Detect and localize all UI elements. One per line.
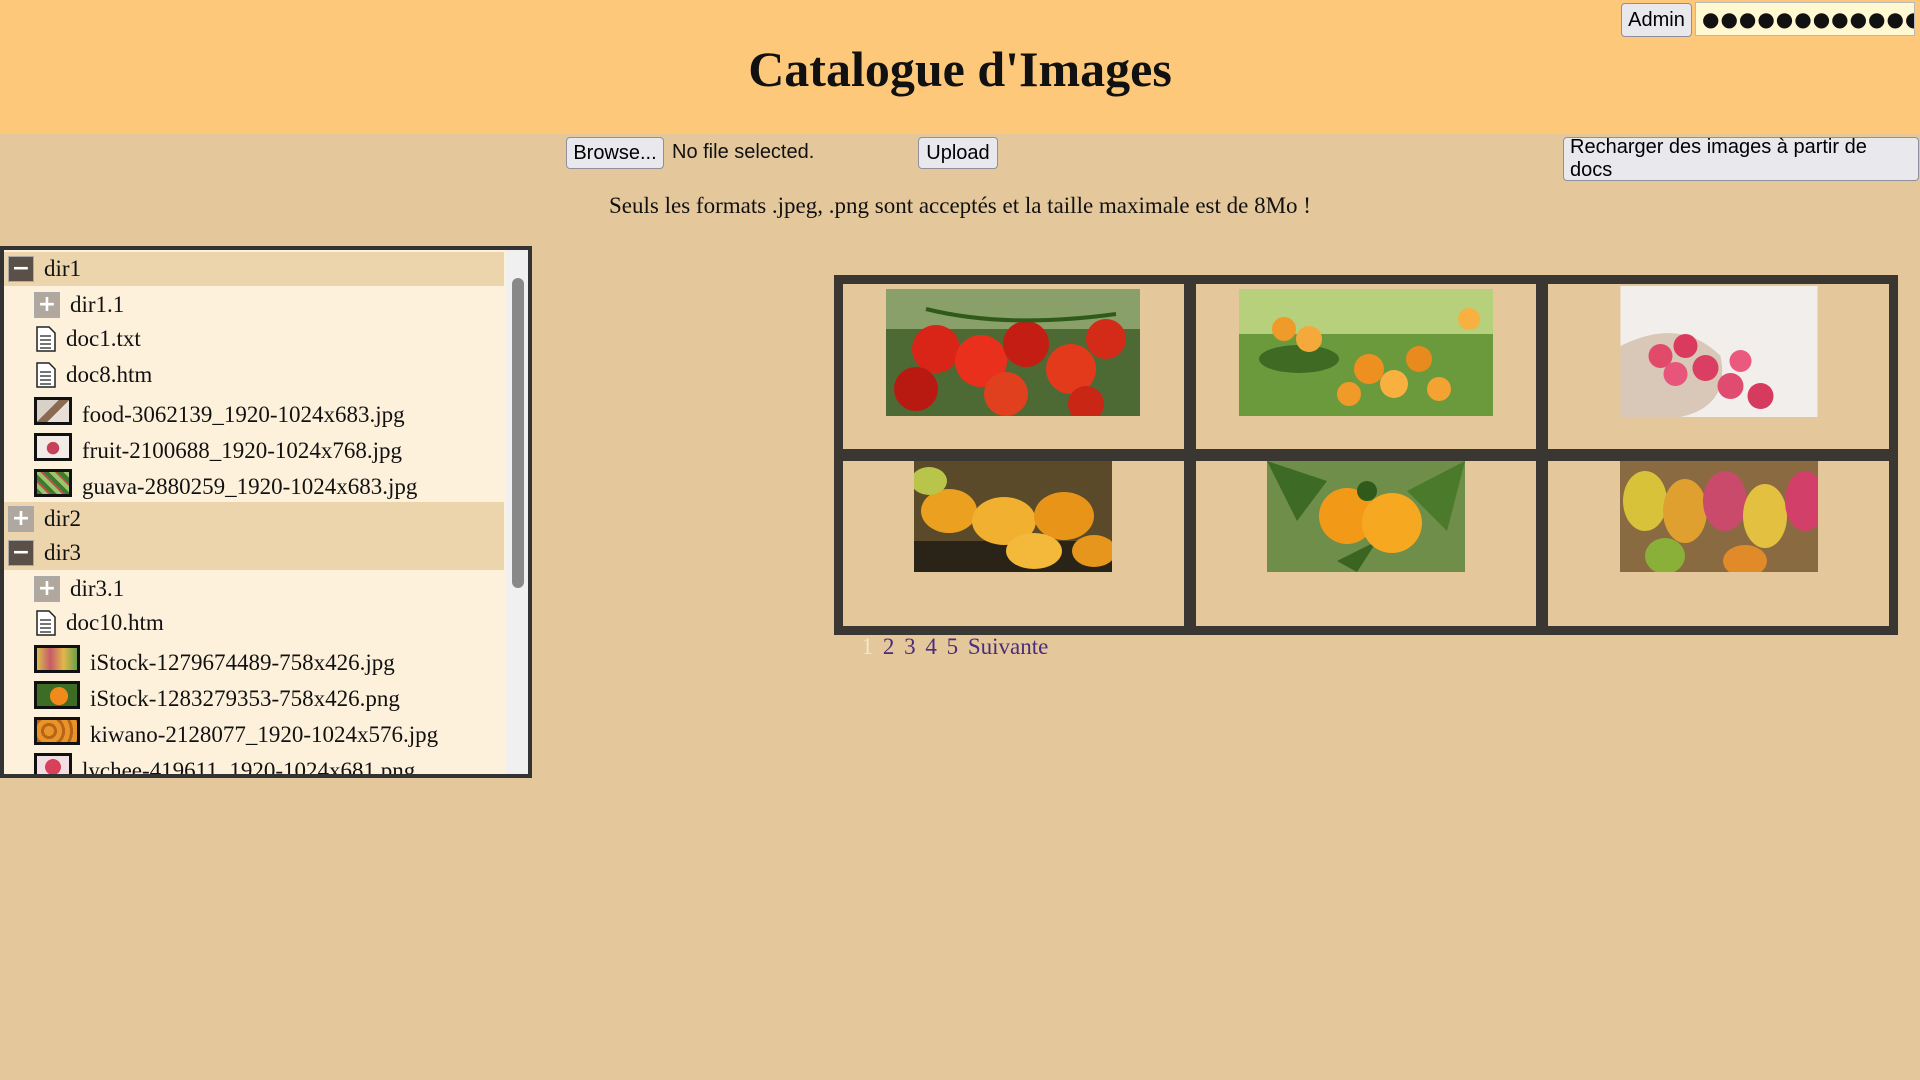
tree-item-doc1[interactable]: doc1.txt — [36, 322, 141, 356]
tree-item-label: dir1.1 — [70, 292, 125, 317]
image-thumbnail-icon — [34, 469, 72, 497]
expand-icon[interactable]: + — [8, 506, 34, 532]
file-tree[interactable]: − dir1 + dir1.1 doc1.txt doc8.htm food-3… — [0, 246, 532, 778]
tree-item-dir2[interactable]: + dir2 — [4, 502, 504, 536]
tree-item-image[interactable]: fruit-2100688_1920-1024x768.jpg — [34, 433, 403, 468]
tree-scrollbar[interactable] — [506, 250, 528, 774]
gallery-cell[interactable] — [1192, 458, 1540, 629]
page-title: Catalogue d'Images — [748, 41, 1172, 97]
lychees-image[interactable] — [1620, 286, 1818, 417]
format-notice: Seuls les formats .jpeg, .png sont accep… — [609, 193, 1311, 218]
tree-item-label: doc1.txt — [66, 326, 141, 351]
reload-images-button[interactable]: Recharger des images à partir de docs — [1563, 136, 1919, 181]
tree-item-label: dir2 — [44, 506, 82, 531]
tree-item-label: dir3.1 — [70, 576, 125, 601]
tree-item-dir1[interactable]: − dir1 — [4, 252, 504, 286]
page-link[interactable]: 3 — [904, 634, 916, 659]
tree-item-image[interactable]: food-3062139_1920-1024x683.jpg — [34, 397, 405, 432]
tree-item-label: food-3062139_1920-1024x683.jpg — [82, 402, 405, 427]
page-link[interactable]: 2 — [883, 634, 895, 659]
tree-item-label: iStock-1283279353-758x426.png — [90, 686, 400, 711]
image-thumbnail-icon — [34, 397, 72, 425]
gallery-cell[interactable] — [1545, 281, 1892, 452]
collapse-icon[interactable]: − — [8, 540, 34, 566]
tree-item-label: doc10.htm — [66, 610, 164, 635]
tree-item-label: fruit-2100688_1920-1024x768.jpg — [82, 438, 403, 463]
document-icon — [36, 610, 56, 636]
page-link[interactable]: 4 — [925, 634, 937, 659]
file-status-text: No file selected. — [672, 141, 815, 163]
image-thumbnail-icon — [34, 681, 80, 709]
tree-item-label: doc8.htm — [66, 362, 153, 387]
tree-item-image[interactable]: kiwano-2128077_1920-1024x576.jpg — [34, 717, 439, 752]
tree-item-label: guava-2880259_1920-1024x683.jpg — [82, 474, 418, 499]
tree-item-label: iStock-1279674489-758x426.jpg — [90, 650, 395, 675]
page-link-current: 1 — [861, 634, 874, 659]
tomatoes-image[interactable] — [886, 289, 1141, 416]
image-thumbnail-icon — [34, 717, 80, 745]
tree-item-image[interactable]: iStock-1279674489-758x426.jpg — [34, 645, 395, 680]
tree-item-dir3[interactable]: − dir3 — [4, 536, 504, 570]
tree-item-label: dir3 — [44, 540, 82, 565]
pagination: 1 2 3 4 5 Suivante — [455, 634, 1455, 660]
expand-icon[interactable]: + — [34, 576, 60, 602]
oranges-image[interactable] — [1266, 461, 1465, 572]
document-icon — [36, 326, 56, 352]
tree-item-image[interactable]: guava-2880259_1920-1024x683.jpg — [34, 469, 418, 504]
prickly-pears-image[interactable] — [1619, 461, 1818, 572]
tree-item-dir3-1[interactable]: + dir3.1 — [34, 572, 124, 606]
browse-button[interactable]: Browse... — [566, 137, 664, 169]
collapse-icon[interactable]: − — [8, 256, 34, 282]
image-gallery — [834, 275, 1898, 635]
tree-item-doc10[interactable]: doc10.htm — [36, 606, 164, 640]
upload-button[interactable]: Upload — [918, 137, 998, 169]
tree-item-doc8[interactable]: doc8.htm — [36, 358, 152, 392]
gallery-cell[interactable] — [1192, 281, 1540, 452]
tree-item-label: lychee-419611_1920-1024x681.png — [82, 758, 416, 778]
image-thumbnail-icon — [34, 753, 72, 774]
image-thumbnail-icon — [34, 433, 72, 461]
gallery-cell[interactable] — [1545, 458, 1892, 629]
gallery-cell[interactable] — [840, 281, 1187, 452]
kiwano-image[interactable] — [914, 461, 1113, 572]
gallery-cell[interactable] — [840, 458, 1187, 629]
password-field[interactable]: ●●●●●●●●●●●● — [1695, 2, 1915, 36]
tree-item-image[interactable]: iStock-1283279353-758x426.png — [34, 681, 400, 716]
tree-item-dir1-1[interactable]: + dir1.1 — [34, 288, 124, 322]
expand-icon[interactable]: + — [34, 292, 60, 318]
image-thumbnail-icon — [34, 645, 80, 673]
document-icon — [36, 362, 56, 388]
tree-item-label: kiwano-2128077_1920-1024x576.jpg — [90, 722, 439, 747]
page-link[interactable]: 5 — [947, 634, 959, 659]
scrollbar-thumb[interactable] — [512, 278, 524, 588]
admin-button[interactable]: Admin — [1621, 3, 1692, 37]
next-page-link[interactable]: Suivante — [968, 634, 1049, 659]
tree-item-image[interactable]: lychee-419611_1920-1024x681.png — [34, 753, 416, 778]
apricots-image[interactable] — [1238, 289, 1493, 416]
tree-item-label: dir1 — [44, 256, 82, 281]
